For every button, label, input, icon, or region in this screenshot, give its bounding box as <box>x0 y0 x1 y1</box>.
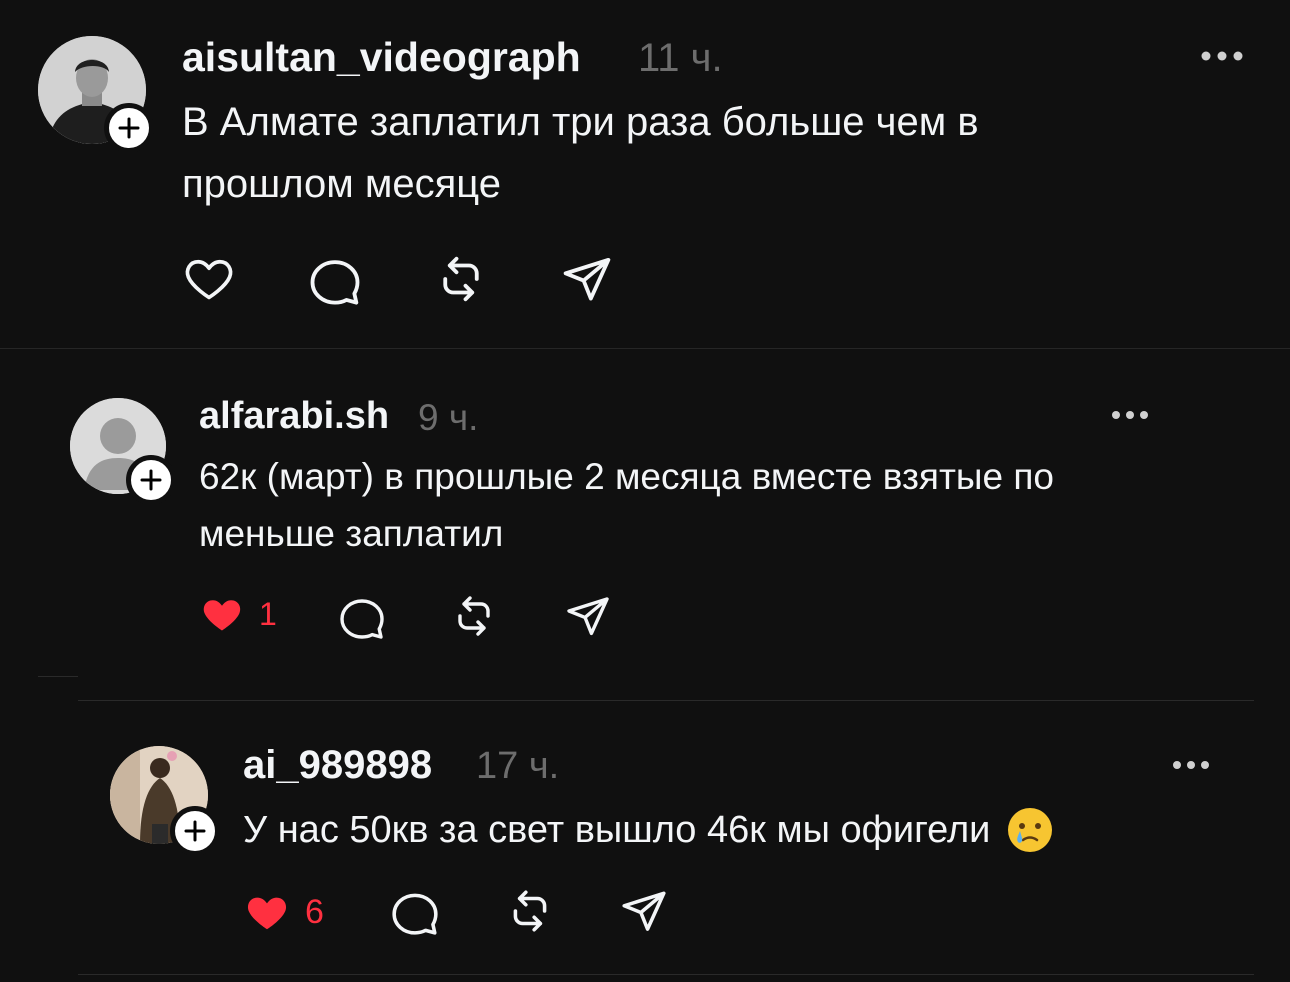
post-text-line-1: У нас 50кв за свет вышло 46к мы офигели <box>243 806 1054 854</box>
username[interactable]: ai_989898 <box>243 743 432 788</box>
more-options-button[interactable] <box>1171 758 1211 777</box>
share-button[interactable] <box>619 886 669 936</box>
comment-icon <box>392 893 438 935</box>
send-icon <box>622 891 666 931</box>
follow-button[interactable] <box>170 806 220 856</box>
repost-icon <box>513 890 547 932</box>
crying-face-emoji-icon <box>1008 808 1053 852</box>
repost-button[interactable] <box>505 886 555 936</box>
ellipsis-icon <box>1173 761 1209 769</box>
comment-button[interactable] <box>390 886 440 936</box>
plus-icon <box>184 820 206 842</box>
post-3: ai_989898 17 ч. У нас 50кв за свет вышло… <box>0 0 1290 982</box>
post-text: У нас 50кв за свет вышло 46к мы офигели <box>243 808 991 851</box>
like-count: 6 <box>305 892 324 931</box>
heart-filled-icon <box>247 897 287 930</box>
like-button[interactable]: 6 <box>243 889 324 935</box>
divider <box>78 974 1254 975</box>
timestamp: 17 ч. <box>476 745 560 787</box>
